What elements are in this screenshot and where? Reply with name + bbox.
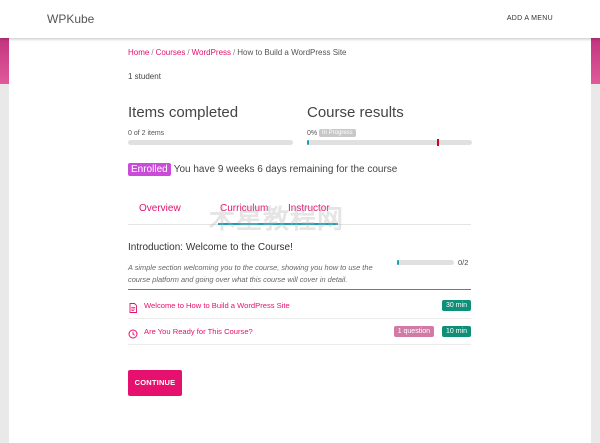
lesson-title[interactable]: Are You Ready for This Course? <box>144 327 253 336</box>
passing-grade-marker <box>437 139 439 146</box>
section-description: A simple section welcoming you to the co… <box>128 263 373 284</box>
course-results-progress-bar <box>307 140 472 145</box>
course-content: Home / Courses / WordPress / How to Build a Wo… <box>9 38 591 443</box>
enrolled-badge: Enrolled <box>128 163 171 176</box>
quiz-icon <box>128 326 138 339</box>
breadcrumb-separator: / <box>233 48 236 57</box>
student-count: 1 student <box>128 72 161 81</box>
course-results-progress-fill <box>307 140 309 145</box>
document-icon <box>128 300 138 313</box>
breadcrumb-courses[interactable]: Courses <box>156 48 186 57</box>
breadcrumb-separator: / <box>151 48 154 57</box>
items-completed-count: 0 of 2 items <box>128 130 165 137</box>
site-header: WPKube ADD A MENU <box>0 0 600 38</box>
lesson-duration-badge: 10 min <box>441 326 471 337</box>
lesson-item[interactable]: Are You Ready for This Course? 1 questio… <box>128 320 471 345</box>
add-menu-link[interactable]: ADD A MENU <box>507 15 553 22</box>
continue-button[interactable]: CONTINUE <box>128 370 182 396</box>
items-completed-heading: Items completed <box>128 104 239 121</box>
breadcrumb-current: How to Build a WordPress Site <box>237 48 347 57</box>
header-accent-band-right <box>591 38 600 84</box>
enrollment-status: Enrolled You have 9 weeks 6 days remainin… <box>128 163 397 176</box>
section-progress-fill <box>397 260 399 265</box>
course-status-badge: In Progress <box>319 129 356 137</box>
section-divider <box>128 289 471 290</box>
breadcrumb: Home / Courses / WordPress / How to Build a Wo… <box>128 48 347 57</box>
breadcrumb-home[interactable]: Home <box>128 48 149 57</box>
lesson-duration-badge: 30 min <box>441 300 471 311</box>
items-completed-progress-bar <box>128 140 293 145</box>
section-progress-bar <box>397 260 454 265</box>
course-results-heading: Course results <box>307 104 404 121</box>
header-accent-band-left <box>0 38 9 84</box>
tab-overview[interactable]: Overview <box>139 203 181 214</box>
breadcrumb-wordpress[interactable]: WordPress <box>192 48 231 57</box>
section-progress-count: 0/2 <box>458 258 469 267</box>
remaining-time-text: You have 9 weeks 6 days remaining for th… <box>173 164 398 175</box>
lesson-item[interactable]: Welcome to How to Build a WordPress Site… <box>128 294 471 319</box>
section-title: Introduction: Welcome to the Course! <box>128 242 293 253</box>
watermark: 木星教程网 <box>209 205 345 235</box>
course-results-percent: 0% <box>307 130 318 137</box>
lesson-title[interactable]: Welcome to How to Build a WordPress Site <box>144 301 290 310</box>
breadcrumb-separator: / <box>187 48 190 57</box>
question-count-badge: 1 question <box>393 326 434 337</box>
site-logo[interactable]: WPKube <box>47 12 94 26</box>
